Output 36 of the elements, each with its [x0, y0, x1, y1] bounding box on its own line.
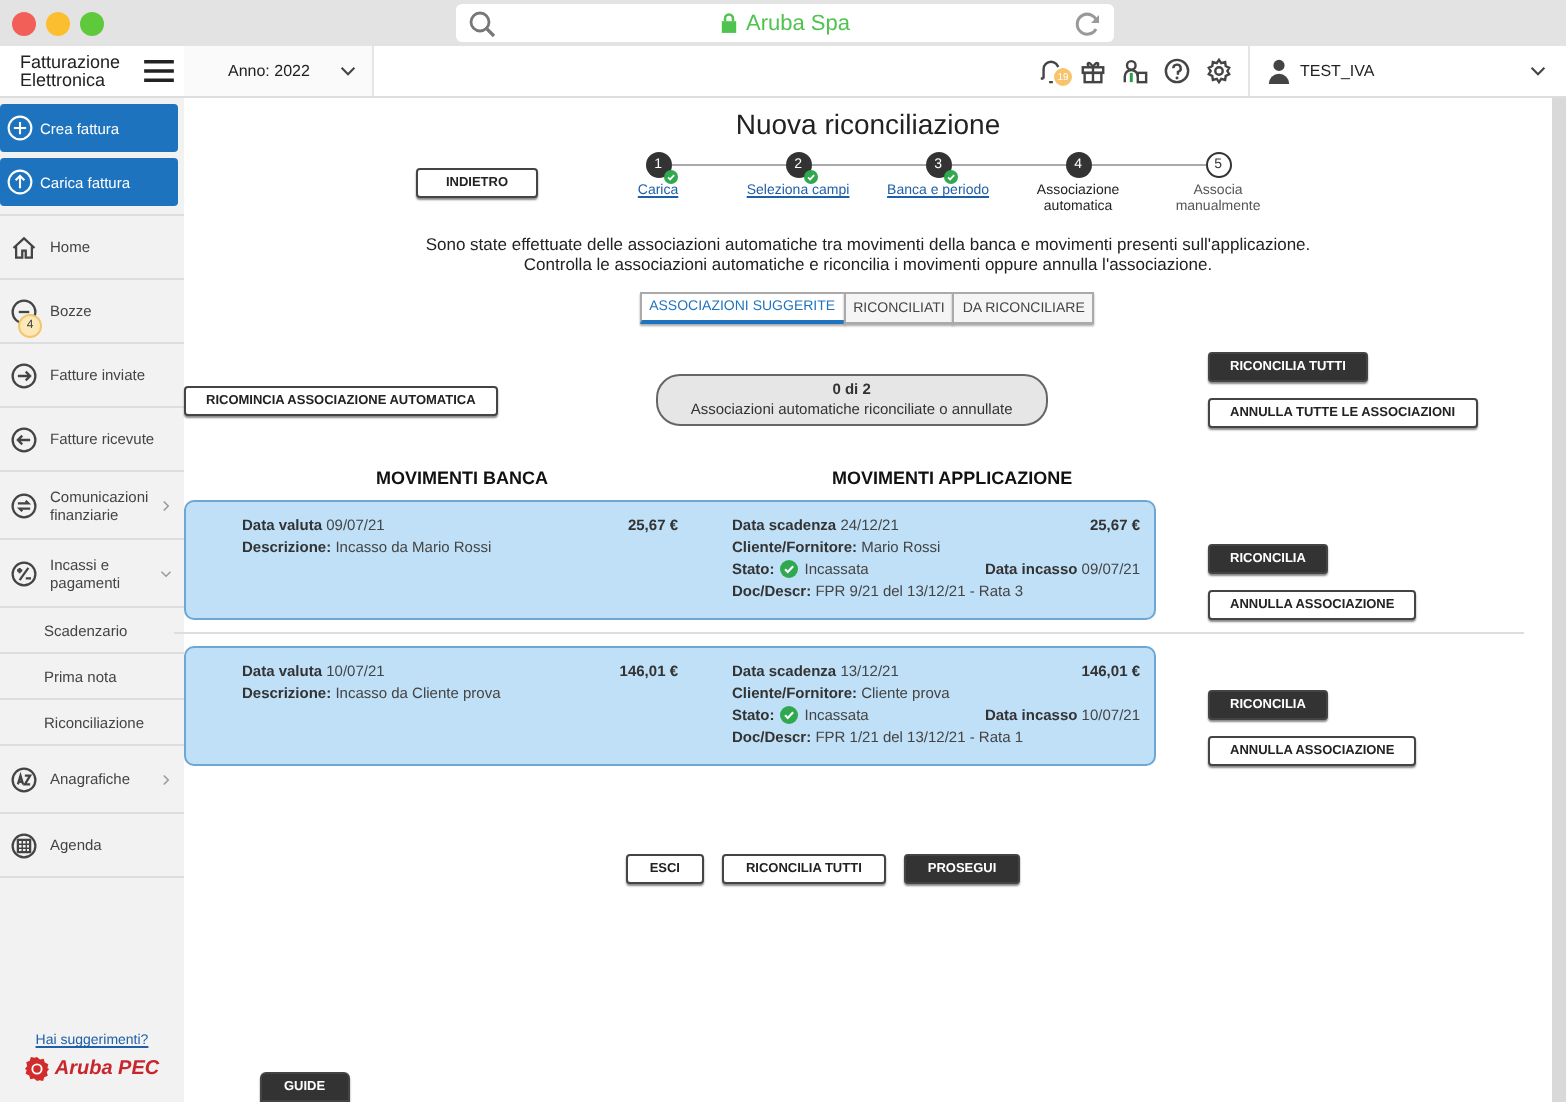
column-heading: MOVIMENTI BANCA [376, 468, 548, 488]
chevron-down-icon[interactable] [1530, 66, 1546, 76]
reload-icon[interactable] [1074, 9, 1102, 37]
exchange-icon [10, 491, 38, 519]
check-icon [663, 170, 678, 184]
close-button[interactable] [12, 11, 36, 35]
seal-icon [24, 1056, 51, 1082]
brand-logo-text: Aruba PEC [54, 1058, 160, 1080]
address-text: Aruba Spa [746, 11, 850, 35]
check-icon [943, 170, 958, 184]
intro-text: Sono state effettuate delle associazioni automatiche tra movimenti della banca e movimenti presenti sull'applicazione. Controlla le associazioni automatiche e riconcilia i movimenti oppure annulla l'associazione. [423, 236, 1313, 274]
gift-icon[interactable] [1080, 58, 1106, 84]
lock-icon [720, 12, 738, 34]
minus-circle-icon [10, 297, 38, 325]
user-avatar-icon [1266, 58, 1292, 84]
home-icon [10, 233, 38, 261]
upload-icon [6, 168, 34, 196]
person-chart-icon[interactable] [1122, 58, 1148, 84]
user-name: TEST_IVA [1300, 62, 1377, 80]
help-icon[interactable] [1164, 58, 1190, 84]
bell-icon [1038, 58, 1064, 84]
chevron-down-icon [340, 66, 356, 76]
az-icon [10, 765, 38, 793]
percent-icon [10, 559, 38, 587]
menu-icon[interactable] [142, 58, 176, 84]
year-dropdown[interactable]: Anno: 2022 [184, 46, 374, 96]
search-icon [468, 9, 496, 37]
column-heading: MOVIMENTI APPLICAZIONE [832, 468, 1073, 488]
arrow-right-circle-icon [10, 361, 38, 389]
settings-icon[interactable] [1206, 58, 1232, 84]
calendar-icon [10, 831, 38, 859]
app-name: Fatturazione Elettronica [20, 53, 123, 89]
arrow-left-circle-icon [10, 425, 38, 453]
plus-circle-icon [6, 114, 34, 142]
check-icon [803, 170, 818, 184]
page-title: Nuova riconciliazione [733, 108, 1003, 140]
